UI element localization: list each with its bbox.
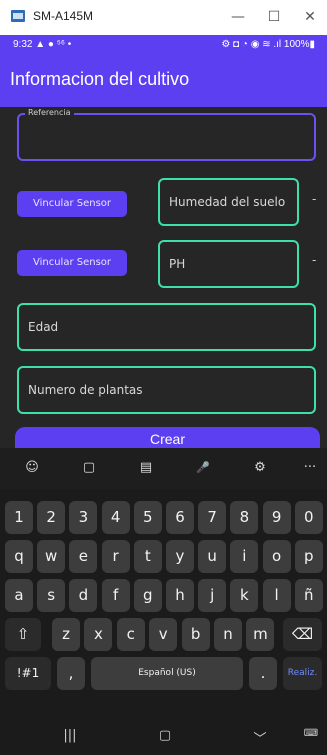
minimize-button[interactable]: —	[224, 6, 252, 28]
shift-key[interactable]: ⇧	[5, 618, 41, 651]
window-title: SM-A145M	[33, 9, 94, 23]
clock-text: 9:32	[13, 39, 33, 50]
maximize-button[interactable]: ☐	[260, 6, 288, 28]
space-key[interactable]: Español (US)	[91, 657, 243, 690]
status-right-icons: ⚙ ◘ ◔ ◉ ≋ .ıl 100%▮	[221, 39, 315, 50]
key-i[interactable]: i	[230, 540, 259, 573]
emoji-icon[interactable]: ☺	[22, 458, 42, 478]
humidity-field[interactable]: Humedad del suelo	[158, 178, 299, 226]
backspace-key[interactable]: ⌫	[283, 618, 322, 651]
link-sensor-ph-button[interactable]: Vincular Sensor	[17, 250, 127, 276]
key-1[interactable]: 1	[5, 501, 33, 534]
key-3[interactable]: 3	[69, 501, 98, 534]
home-icon[interactable]: ▢	[150, 728, 180, 743]
key-j[interactable]: j	[198, 579, 227, 612]
recents-icon[interactable]: |||	[55, 728, 85, 743]
key-l[interactable]: l	[262, 579, 291, 612]
page-title: Informacion del cultivo	[10, 69, 190, 89]
key-n[interactable]: n	[214, 618, 242, 651]
nav-bar: ||| ▢ ﹀ ⌨	[0, 720, 327, 755]
plants-label: Numero de plantas	[28, 383, 143, 397]
comma-key[interactable]: ,	[57, 657, 85, 690]
key-c[interactable]: c	[116, 618, 145, 651]
ph-field[interactable]: PH	[158, 240, 299, 288]
symbols-key[interactable]: !#1	[5, 657, 51, 690]
period-key[interactable]: .	[249, 657, 277, 690]
settings-icon[interactable]: ⚙	[250, 458, 270, 478]
key-9[interactable]: 9	[262, 501, 291, 534]
key-w[interactable]: w	[37, 540, 66, 573]
key-u[interactable]: u	[198, 540, 227, 573]
app-icon	[11, 10, 25, 22]
key-8[interactable]: 8	[230, 501, 259, 534]
microphone-icon[interactable]: 🎤	[193, 458, 213, 478]
key-r[interactable]: r	[101, 540, 130, 573]
key-5[interactable]: 5	[133, 501, 162, 534]
clipboard-icon[interactable]: ▢	[79, 458, 99, 478]
humidity-value: -	[312, 192, 317, 206]
phone-screen: 9:32 ▲ ● ⁵⁶ • ⚙ ◘ ◔ ◉ ≋ .ıl 100%▮ Inform…	[0, 35, 327, 755]
key-m[interactable]: m	[246, 618, 275, 651]
key-p[interactable]: p	[294, 540, 323, 573]
sticker-icon[interactable]: ▤	[136, 458, 156, 478]
key-7[interactable]: 7	[198, 501, 227, 534]
plants-field[interactable]: Numero de plantas	[17, 366, 316, 414]
reference-field[interactable]: Referencia	[17, 108, 316, 161]
age-label: Edad	[28, 320, 59, 334]
key-t[interactable]: t	[133, 540, 162, 573]
keyboard-toolbar: ☺ ▢ ▤ 🎤 ⚙ ···	[0, 448, 327, 489]
back-icon[interactable]: ﹀	[245, 728, 275, 747]
key-z[interactable]: z	[52, 618, 80, 651]
key-q[interactable]: q	[5, 540, 33, 573]
key-a[interactable]: a	[5, 579, 33, 612]
key-k[interactable]: k	[230, 579, 259, 612]
key-e[interactable]: e	[69, 540, 98, 573]
status-time: 9:32 ▲ ● ⁵⁶ •	[13, 39, 71, 50]
humidity-label: Humedad del suelo	[169, 195, 286, 209]
status-bar: 9:32 ▲ ● ⁵⁶ • ⚙ ◘ ◔ ◉ ≋ .ıl 100%▮	[0, 35, 327, 57]
key-6[interactable]: 6	[166, 501, 194, 534]
key-g[interactable]: g	[133, 579, 162, 612]
ph-value: -	[312, 253, 317, 267]
key-0[interactable]: 0	[294, 501, 323, 534]
close-button[interactable]: ✕	[296, 6, 324, 28]
key-2[interactable]: 2	[37, 501, 66, 534]
key-4[interactable]: 4	[101, 501, 130, 534]
reference-label: Referencia	[25, 108, 74, 117]
ph-label: PH	[169, 257, 186, 271]
key-ñ[interactable]: ñ	[294, 579, 323, 612]
key-d[interactable]: d	[69, 579, 98, 612]
key-h[interactable]: h	[166, 579, 194, 612]
keyboard: ☺ ▢ ▤ 🎤 ⚙ ··· 1234567890 qwertyuiop asdfgh…	[0, 448, 327, 755]
keyboard-hide-icon[interactable]: ⌨	[296, 728, 326, 739]
action-key[interactable]: Realiz.	[283, 657, 322, 690]
link-sensor-humidity-button[interactable]: Vincular Sensor	[17, 191, 127, 217]
key-s[interactable]: s	[37, 579, 66, 612]
window-titlebar: SM-A145M — ☐ ✕	[0, 0, 327, 35]
key-o[interactable]: o	[262, 540, 291, 573]
app-bar: Informacion del cultivo	[0, 57, 327, 107]
key-v[interactable]: v	[149, 618, 178, 651]
key-b[interactable]: b	[181, 618, 210, 651]
status-left-icons: ▲ ● ⁵⁶ •	[35, 39, 72, 50]
key-f[interactable]: f	[101, 579, 130, 612]
key-x[interactable]: x	[84, 618, 113, 651]
age-field[interactable]: Edad	[17, 303, 316, 351]
more-icon[interactable]: ···	[300, 458, 320, 478]
key-y[interactable]: y	[166, 540, 194, 573]
